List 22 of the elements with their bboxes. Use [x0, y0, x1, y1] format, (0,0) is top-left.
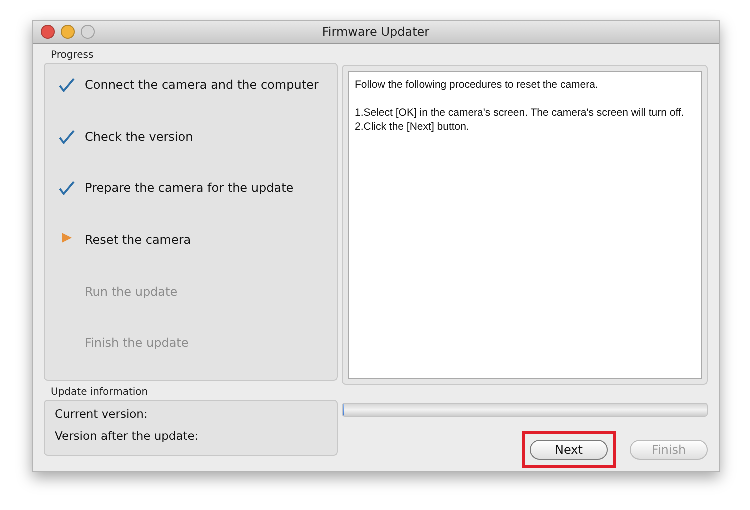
instruction-line: 1.Select [OK] in the camera's screen. The camera's screen will turn off.	[355, 106, 684, 120]
info-label: Current version:	[55, 407, 149, 421]
minimize-icon[interactable]	[61, 25, 75, 39]
close-icon[interactable]	[41, 25, 55, 39]
step-label: Connect the camera and the computer	[85, 78, 319, 92]
checkmark-icon	[59, 130, 75, 144]
zoom-icon[interactable]	[81, 25, 95, 39]
instruction-line: Follow the following procedures to reset the camera.	[355, 78, 598, 92]
section-label: Update information	[50, 386, 148, 400]
step-label: Check the version	[85, 130, 194, 144]
step-label: Reset the camera	[85, 233, 192, 248]
info-label: Version after the update:	[55, 429, 200, 443]
step-label: Finish the update	[85, 336, 189, 350]
section-label: Progress	[50, 49, 94, 63]
step-label: Run the update	[85, 284, 178, 299]
checkmark-icon	[59, 181, 75, 196]
checkmark-icon	[59, 78, 75, 92]
window-title: Firmware Updater	[322, 25, 430, 39]
instruction-line: 2.Click the [Next] button.	[355, 120, 470, 134]
play-arrow-icon	[62, 233, 72, 244]
next-button[interactable]: Next	[530, 440, 608, 460]
step-label: Prepare the camera for the update	[85, 181, 294, 196]
